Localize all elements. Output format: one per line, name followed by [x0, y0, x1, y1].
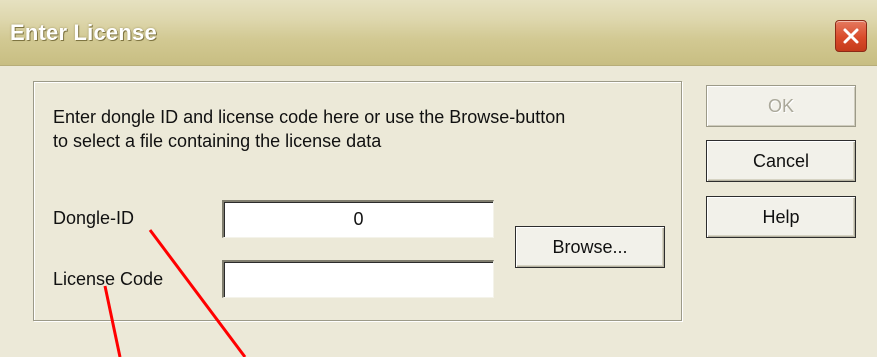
annotation-line-license-code: [103, 285, 122, 357]
annotation-overlay: [103, 229, 247, 357]
annotation-line-dongle-id: [148, 229, 247, 357]
enter-license-dialog: Enter License Enter dongle ID and licens…: [0, 0, 877, 357]
